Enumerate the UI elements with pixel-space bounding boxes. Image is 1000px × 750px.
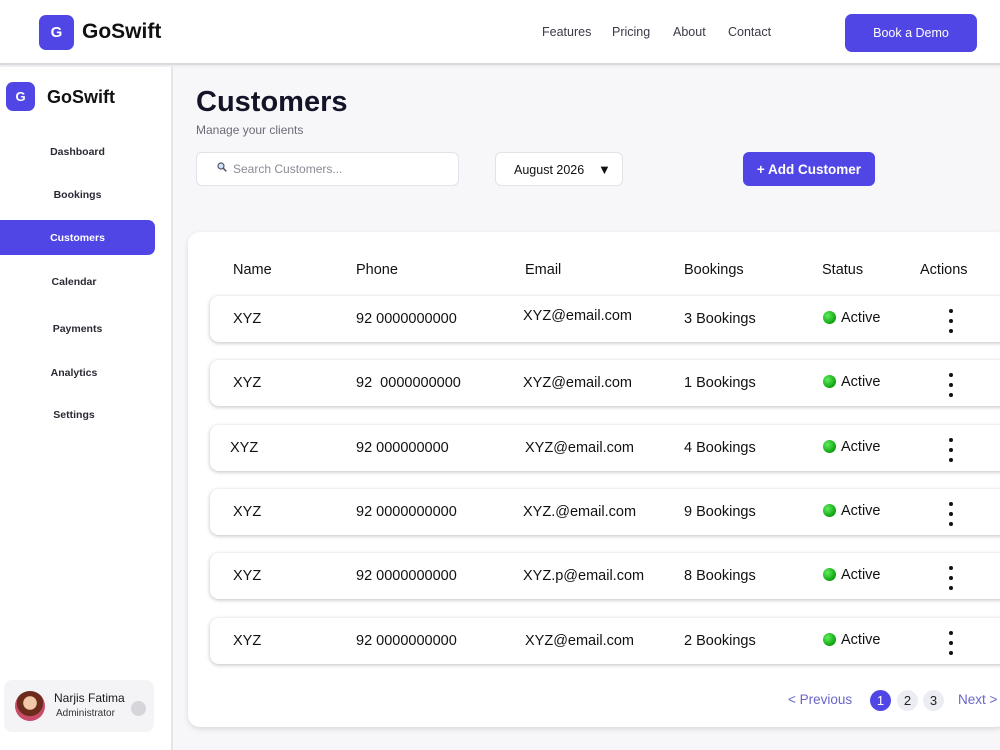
cell-bookings: 1 Bookings xyxy=(684,375,756,391)
table-row[interactable]: XYZ 92 000000000 XYZ@email.com 4 Booking… xyxy=(210,425,1000,471)
sidebar-logo-icon[interactable]: G xyxy=(6,82,35,111)
cell-status: Active xyxy=(841,310,881,326)
kebab-menu-icon[interactable] xyxy=(948,438,954,464)
nav-link-pricing[interactable]: Pricing xyxy=(612,25,650,39)
cell-phone: 92 0000000000 xyxy=(356,633,457,649)
top-navbar: G GoSwift Features Pricing About Contact… xyxy=(0,0,1000,65)
cell-status: Active xyxy=(841,632,881,648)
cell-email: XYZ@email.com xyxy=(523,375,632,391)
column-header-status: Status xyxy=(822,262,864,278)
cell-name: XYZ xyxy=(230,440,259,456)
cell-name: XYZ xyxy=(233,568,262,584)
pagination-previous[interactable]: < Previous xyxy=(788,692,852,707)
cell-name: XYZ xyxy=(233,375,262,391)
cell-bookings: 4 Bookings xyxy=(684,440,756,456)
search-icon xyxy=(217,162,227,172)
cell-phone: 92 000000000 xyxy=(356,440,449,456)
kebab-menu-icon[interactable] xyxy=(948,309,954,335)
presence-dot-icon xyxy=(131,701,146,716)
nav-link-contact[interactable]: Contact xyxy=(728,25,771,39)
cell-email: XYZ.p@email.com xyxy=(523,568,645,584)
status-active-icon xyxy=(823,440,836,453)
table-row[interactable]: XYZ 92 0000000000 XYZ@email.com 3 Bookin… xyxy=(210,296,1000,342)
status-active-icon xyxy=(823,633,836,646)
pagination-page-1[interactable]: 1 xyxy=(870,690,891,711)
kebab-menu-icon[interactable] xyxy=(948,631,954,657)
month-value: August 2026 xyxy=(514,163,585,177)
pagination-page-3[interactable]: 3 xyxy=(923,690,944,711)
kebab-menu-icon[interactable] xyxy=(948,566,954,592)
table-row[interactable]: XYZ 92 0000000000 XYZ@email.com 1 Bookin… xyxy=(210,360,1000,406)
kebab-menu-icon[interactable] xyxy=(948,373,954,399)
logo-icon[interactable]: G xyxy=(39,15,74,50)
column-header-phone: Phone xyxy=(356,262,398,278)
caret-down-icon: ▼ xyxy=(598,162,611,177)
sidebar: G GoSwift Dashboard Bookings Customers C… xyxy=(0,67,173,750)
nav-link-about[interactable]: About xyxy=(673,25,706,39)
table-row[interactable]: XYZ 92 0000000000 XYZ@email.com 2 Bookin… xyxy=(210,618,1000,664)
add-customer-button[interactable]: + Add Customer xyxy=(743,152,875,186)
column-header-email: Email xyxy=(525,262,562,278)
cell-phone: 92 0000000000 xyxy=(356,311,457,327)
cell-phone: 92 0000000000 xyxy=(356,504,457,520)
cell-name: XYZ xyxy=(233,633,262,649)
cell-bookings: 3 Bookings xyxy=(684,311,756,327)
status-active-icon xyxy=(823,504,836,517)
cell-status: Active xyxy=(841,439,881,455)
cell-name: XYZ xyxy=(233,311,262,327)
pagination-next[interactable]: Next > xyxy=(958,692,997,707)
table-row[interactable]: XYZ 92 0000000000 XYZ.@email.com 9 Booki… xyxy=(210,489,1000,535)
brand-name[interactable]: GoSwift xyxy=(82,20,161,44)
month-select[interactable]: August 2026 ▼ xyxy=(495,152,623,186)
sidebar-item-bookings[interactable]: Bookings xyxy=(0,177,155,212)
user-role: Administrator xyxy=(56,708,115,719)
cell-phone: 92 0000000000 xyxy=(356,375,461,391)
sidebar-item-settings[interactable]: Settings xyxy=(0,397,148,432)
cell-email: XYZ@email.com xyxy=(525,440,634,456)
cell-email: XYZ@email.com xyxy=(525,633,634,649)
page-title: Customers xyxy=(196,86,348,118)
cell-status: Active xyxy=(841,567,881,583)
cell-email: XYZ.@email.com xyxy=(523,504,637,520)
cell-phone: 92 0000000000 xyxy=(356,568,457,584)
sidebar-item-customers[interactable]: Customers xyxy=(0,220,155,255)
cell-bookings: 2 Bookings xyxy=(684,633,756,649)
status-active-icon xyxy=(823,311,836,324)
sidebar-item-analytics[interactable]: Analytics xyxy=(0,355,148,390)
search-input[interactable]: Search Customers... xyxy=(196,152,459,186)
user-profile-card[interactable]: Narjis Fatima Administrator xyxy=(4,680,154,732)
nav-link-features[interactable]: Features xyxy=(542,25,591,39)
search-placeholder: Search Customers... xyxy=(233,162,343,176)
sidebar-brand[interactable]: GoSwift xyxy=(47,87,115,108)
cell-email: XYZ@email.com xyxy=(523,308,632,324)
kebab-menu-icon[interactable] xyxy=(948,502,954,528)
cell-bookings: 9 Bookings xyxy=(684,504,756,520)
sidebar-item-calendar[interactable]: Calendar xyxy=(0,264,148,299)
column-header-actions: Actions xyxy=(920,262,968,278)
avatar xyxy=(15,691,45,721)
status-active-icon xyxy=(823,375,836,388)
sidebar-item-dashboard[interactable]: Dashboard xyxy=(0,134,155,169)
sidebar-item-payments[interactable]: Payments xyxy=(0,311,155,346)
status-active-icon xyxy=(823,568,836,581)
pagination-page-2[interactable]: 2 xyxy=(897,690,918,711)
page-subtitle: Manage your clients xyxy=(196,123,304,137)
table-row[interactable]: XYZ 92 0000000000 XYZ.p@email.com 8 Book… xyxy=(210,553,1000,599)
cell-status: Active xyxy=(841,374,881,390)
cell-bookings: 8 Bookings xyxy=(684,568,756,584)
book-demo-button[interactable]: Book a Demo xyxy=(845,14,977,52)
column-header-bookings: Bookings xyxy=(684,262,744,278)
cell-status: Active xyxy=(841,503,881,519)
column-header-name: Name xyxy=(233,262,272,278)
cell-name: XYZ xyxy=(233,504,262,520)
user-name: Narjis Fatima xyxy=(54,691,125,705)
